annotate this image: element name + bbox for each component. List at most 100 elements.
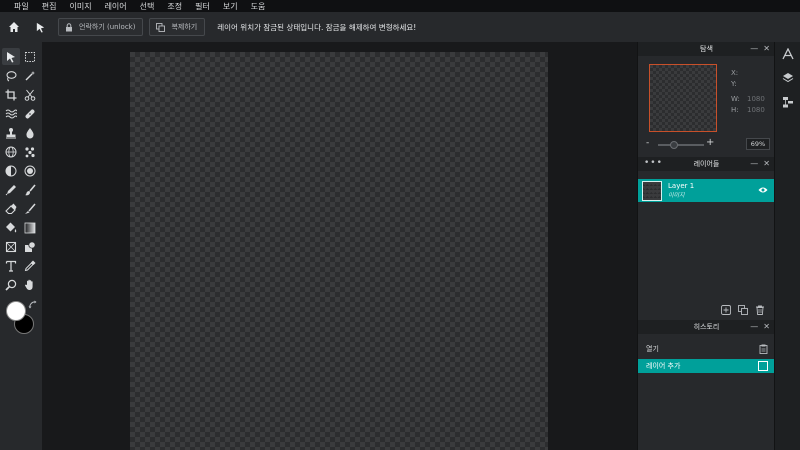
history-item-open[interactable]: 열기	[638, 342, 775, 356]
unlock-label: 언락하기 (unlock)	[79, 23, 136, 31]
lasso-icon	[6, 70, 17, 81]
pencil-icon	[5, 184, 16, 195]
navigator-close-button[interactable]: ✕	[763, 44, 770, 53]
healing-tool[interactable]	[21, 105, 39, 122]
layer-thumbnail	[642, 180, 662, 201]
y-label: Y:	[731, 80, 737, 88]
menu-view[interactable]: 보기	[223, 1, 238, 12]
layers-header: ••• 레이어들 — ✕	[638, 157, 775, 171]
history-close-button[interactable]: ✕	[763, 322, 770, 331]
panel-icon-strip	[774, 42, 800, 450]
half-circle-icon	[5, 165, 17, 176]
zoom-out-button[interactable]: -	[646, 138, 649, 148]
menu-select[interactable]: 선택	[140, 1, 155, 12]
navigator-thumbnail[interactable]	[649, 64, 717, 132]
drop-icon	[26, 127, 34, 138]
fill-tool[interactable]	[2, 219, 20, 236]
document-icon	[759, 344, 768, 354]
zoom-tool[interactable]	[2, 276, 20, 293]
duplicate-layer-button[interactable]	[737, 304, 748, 315]
layers-minimize-button[interactable]: —	[750, 159, 758, 168]
sponge-tool[interactable]	[21, 162, 39, 179]
history-item-label: 레이어 추가	[646, 362, 681, 370]
layer-type: 이미지	[668, 192, 685, 199]
hand-tool[interactable]	[21, 276, 39, 293]
document-canvas[interactable]	[130, 52, 548, 450]
menu-filter[interactable]: 필터	[195, 1, 210, 12]
clone-stamp-tool[interactable]	[2, 124, 20, 141]
eraser-icon	[5, 203, 17, 214]
delete-layer-button[interactable]	[754, 304, 765, 315]
foreground-color-swatch[interactable]	[6, 301, 26, 321]
dodge-burn-tool[interactable]	[2, 162, 20, 179]
layers-close-button[interactable]: ✕	[763, 159, 770, 168]
gradient-tool[interactable]	[21, 219, 39, 236]
home-button[interactable]	[2, 15, 26, 39]
swap-colors-icon[interactable]	[28, 300, 38, 310]
navigator-minimize-button[interactable]: —	[750, 44, 758, 53]
left-toolbar	[0, 42, 42, 450]
text-tool[interactable]	[2, 257, 20, 274]
options-toolbar: 언락하기 (unlock) 복제하기 레이어 위치가 잠금된 상태입니다. 잠금…	[0, 12, 800, 42]
menubar: 파일 편집 이미지 레이어 선택 조정 필터 보기 도움	[0, 0, 800, 12]
layers-panel-button[interactable]	[782, 72, 794, 84]
blur-tool[interactable]	[21, 124, 39, 141]
zoom-value-field[interactable]: 69%	[746, 138, 770, 150]
history-minimize-button[interactable]: —	[750, 322, 758, 331]
cut-tool[interactable]	[21, 86, 39, 103]
crop-tool[interactable]	[2, 86, 20, 103]
history-title: 히스토리	[693, 323, 720, 331]
menu-adjust[interactable]: 조정	[167, 1, 182, 12]
shapes-tool[interactable]	[21, 238, 39, 255]
move-tool-indicator[interactable]	[28, 15, 52, 39]
history-item-label: 열기	[646, 345, 659, 353]
pencil-tool[interactable]	[2, 181, 20, 198]
liquify-tool[interactable]	[2, 105, 20, 122]
history-header: 히스토리 — ✕	[638, 320, 775, 334]
workspace	[42, 42, 637, 450]
zoom-slider-track[interactable]	[658, 144, 704, 146]
character-panel-button[interactable]	[782, 48, 794, 60]
smudge-tool[interactable]	[21, 200, 39, 217]
lasso-tool[interactable]	[2, 67, 20, 84]
brush-tool[interactable]	[21, 181, 39, 198]
duplicate-button[interactable]: 복제하기	[149, 18, 206, 36]
duplicate-icon	[156, 22, 166, 32]
shape-frame-tool[interactable]	[2, 238, 20, 255]
move-tool[interactable]	[2, 48, 20, 65]
layer-actions	[720, 304, 765, 315]
layer-item[interactable]: Layer 1 이미지	[638, 179, 775, 202]
magic-wand-tool[interactable]	[21, 67, 39, 84]
eyedropper-icon	[24, 260, 36, 271]
eye-icon[interactable]	[758, 186, 768, 194]
lock-icon	[66, 22, 72, 31]
zoom-in-button[interactable]: +	[706, 137, 714, 148]
bandage-icon	[25, 109, 35, 118]
layers-title: 레이어들	[693, 160, 720, 168]
globe-tool[interactable]	[2, 143, 20, 160]
pattern-tool[interactable]	[21, 143, 39, 160]
photo-editor-app: 파일 편집 이미지 레이어 선택 조정 필터 보기 도움 언락하기 (unloc…	[0, 0, 800, 450]
add-layer-button[interactable]	[720, 304, 731, 315]
waves-icon	[5, 109, 17, 118]
navigator-title: 탐색	[700, 45, 713, 53]
target-icon	[24, 165, 36, 176]
frame-icon	[5, 241, 17, 252]
menu-edit[interactable]: 편집	[42, 1, 57, 12]
menu-image[interactable]: 이미지	[69, 1, 91, 12]
w-label: W:	[731, 95, 740, 103]
home-icon	[9, 22, 19, 32]
zoom-slider-handle[interactable]	[670, 141, 679, 149]
marquee-tool[interactable]	[21, 48, 39, 65]
unlock-button[interactable]: 언락하기 (unlock)	[58, 18, 144, 36]
menu-layer[interactable]: 레이어	[105, 1, 127, 12]
w-value: 1080	[747, 95, 765, 103]
layers-menu-button[interactable]: •••	[644, 158, 663, 168]
gradient-icon	[24, 222, 36, 233]
menu-file[interactable]: 파일	[14, 1, 29, 12]
eyedropper-tool[interactable]	[21, 257, 39, 274]
menu-help[interactable]: 도움	[251, 1, 266, 12]
properties-panel-button[interactable]	[782, 96, 794, 108]
history-item-add-layer[interactable]: 레이어 추가	[638, 359, 775, 373]
eraser-tool[interactable]	[2, 200, 20, 217]
